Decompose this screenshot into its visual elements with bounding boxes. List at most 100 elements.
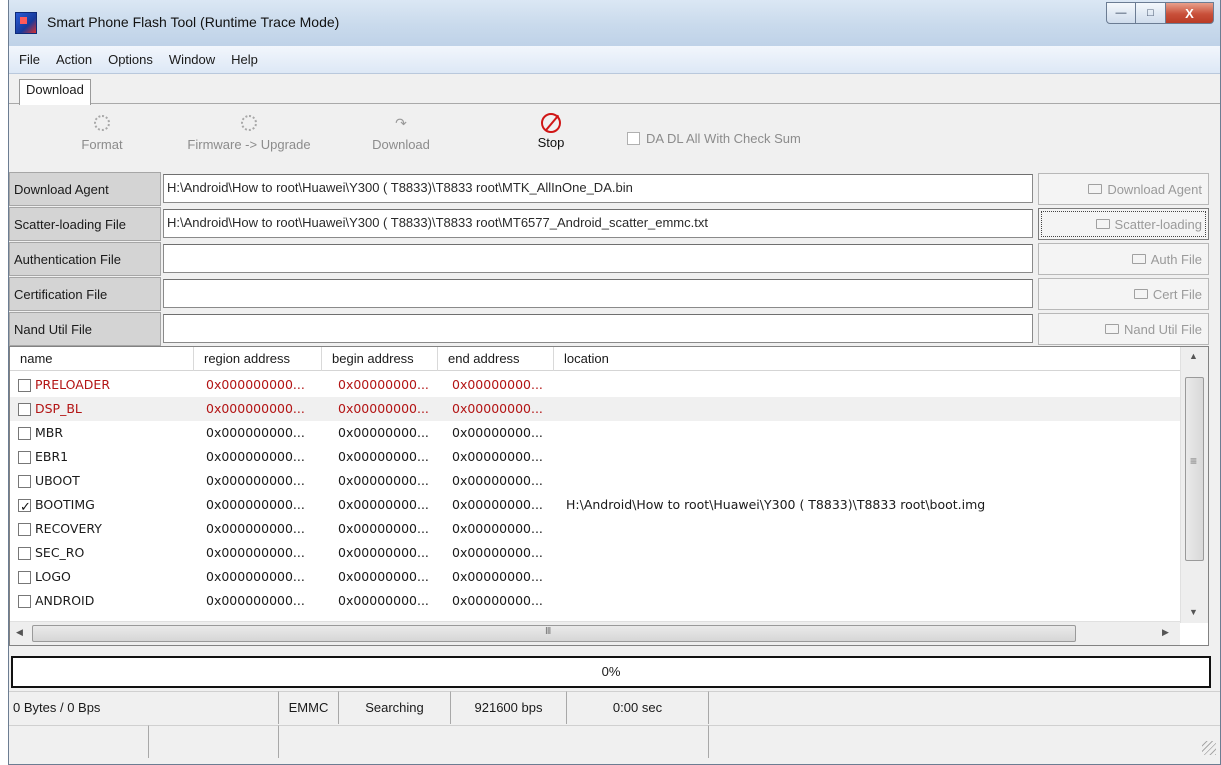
scatter-loading-button-label: Scatter-loading: [1114, 216, 1202, 232]
column-begin-address[interactable]: begin address: [322, 347, 438, 371]
partition-name: PRELOADER: [35, 377, 111, 392]
partition-name: BOOTIMG: [35, 497, 95, 512]
partition-name-cell: RECOVERY: [18, 517, 102, 541]
scatter-loading-label: Scatter-loading File: [9, 207, 161, 241]
partition-begin-cell: 0x00000000...: [338, 377, 429, 392]
partition-name-cell: DSP_BL: [18, 397, 82, 421]
table-row[interactable]: LOGO 0x000000000... 0x00000000... 0x0000000…: [10, 565, 1180, 589]
partition-checkbox[interactable]: [18, 378, 31, 392]
nand-util-field[interactable]: [163, 314, 1033, 343]
auth-file-button-label: Auth File: [1150, 251, 1202, 267]
partition-name-cell: MBR: [18, 421, 63, 445]
maximize-button[interactable]: □: [1136, 2, 1166, 24]
scroll-up-icon[interactable]: ▲: [1189, 351, 1198, 361]
column-name[interactable]: name: [10, 347, 194, 371]
download-agent-button[interactable]: Download Agent: [1038, 173, 1209, 205]
menu-options[interactable]: Options: [100, 52, 161, 67]
app-icon: [15, 12, 37, 34]
table-header: name region address begin address end ad…: [10, 347, 1180, 371]
resize-grip-icon[interactable]: [1202, 741, 1216, 755]
partition-end-cell: 0x00000000...: [452, 497, 543, 512]
table-row[interactable]: PRELOADER 0x000000000... 0x00000000... 0x00…: [10, 373, 1180, 397]
partition-name-cell: ANDROID: [18, 589, 94, 613]
partition-checkbox[interactable]: [18, 426, 31, 440]
partition-name-cell: PRELOADER: [18, 373, 110, 397]
scatter-loading-button[interactable]: Scatter-loading: [1038, 208, 1209, 240]
partition-name-cell: LOGO: [18, 565, 71, 589]
minimize-icon: —: [1115, 7, 1127, 19]
vertical-scrollbar[interactable]: ▲ ▼: [1180, 347, 1208, 623]
certification-field[interactable]: [163, 279, 1033, 308]
horizontal-scroll-thumb[interactable]: [32, 625, 1076, 642]
menu-help[interactable]: Help: [223, 52, 266, 67]
checksum-checkbox-box[interactable]: [627, 132, 640, 145]
partition-region-cell: 0x000000000...: [206, 473, 305, 488]
scatter-loading-field[interactable]: H:\Android\How to root\Huawei\Y300 ( T88…: [163, 209, 1033, 238]
column-region-address[interactable]: region address: [194, 347, 322, 371]
table-row[interactable]: ANDROID 0x000000000... 0x00000000... 0x0000…: [10, 589, 1180, 613]
partition-region-cell: 0x000000000...: [206, 569, 305, 584]
firmware-upgrade-icon: [241, 115, 257, 131]
partition-checkbox[interactable]: [18, 570, 31, 584]
partition-checkbox[interactable]: [18, 522, 31, 536]
stop-button[interactable]: Stop: [529, 113, 573, 150]
checksum-checkbox[interactable]: DA DL All With Check Sum: [627, 131, 801, 146]
partition-end-cell: 0x00000000...: [452, 377, 543, 392]
format-button[interactable]: Format: [67, 115, 137, 152]
partition-begin-cell: 0x00000000...: [338, 425, 429, 440]
partition-name: ANDROID: [35, 593, 95, 608]
auth-file-button[interactable]: Auth File: [1038, 243, 1209, 275]
partition-checkbox[interactable]: [18, 496, 31, 520]
firmware-upgrade-label: Firmware -> Upgrade: [187, 137, 311, 152]
partition-checkbox[interactable]: [18, 594, 31, 608]
vertical-scroll-thumb[interactable]: [1185, 377, 1204, 561]
cert-file-button[interactable]: Cert File: [1038, 278, 1209, 310]
download-agent-field[interactable]: H:\Android\How to root\Huawei\Y300 ( T88…: [163, 174, 1033, 203]
horizontal-scrollbar[interactable]: ◀ ▶: [10, 621, 1180, 645]
partition-region-cell: 0x000000000...: [206, 449, 305, 464]
partition-begin-cell: 0x00000000...: [338, 545, 429, 560]
minimize-button[interactable]: —: [1106, 2, 1136, 24]
status-extra: [709, 691, 1220, 724]
firmware-upgrade-button[interactable]: Firmware -> Upgrade: [175, 115, 323, 152]
menu-window[interactable]: Window: [161, 52, 223, 67]
download-label: Download: [372, 137, 430, 152]
scroll-down-icon[interactable]: ▼: [1189, 607, 1198, 617]
scroll-left-icon[interactable]: ◀: [16, 627, 23, 638]
partition-end-cell: 0x00000000...: [452, 593, 543, 608]
cert-file-button-label: Cert File: [1152, 286, 1202, 302]
download-agent-button-label: Download Agent: [1107, 181, 1202, 197]
tab-download[interactable]: Download: [19, 79, 91, 105]
partition-name: MBR: [35, 425, 64, 440]
table-row[interactable]: UBOOT 0x000000000... 0x00000000... 0x000000…: [10, 469, 1180, 493]
authentication-label: Authentication File: [9, 242, 161, 276]
title-bar[interactable]: Smart Phone Flash Tool (Runtime Trace Mo…: [9, 0, 1220, 46]
download-button[interactable]: ↷ Download: [361, 115, 441, 152]
menu-action[interactable]: Action: [48, 52, 100, 67]
menu-file[interactable]: File: [11, 52, 48, 67]
partition-name-cell: BOOTIMG: [18, 493, 95, 520]
partition-checkbox[interactable]: [18, 450, 31, 464]
column-end-address[interactable]: end address: [438, 347, 554, 371]
authentication-field[interactable]: [163, 244, 1033, 273]
close-icon: X: [1185, 5, 1194, 21]
certification-label: Certification File: [9, 277, 161, 311]
close-button[interactable]: X: [1166, 2, 1214, 24]
stop-icon: [541, 113, 561, 133]
partition-checkbox[interactable]: [18, 546, 31, 560]
folder-icon: [1088, 184, 1103, 194]
scroll-right-icon[interactable]: ▶: [1162, 627, 1169, 638]
partition-name-cell: UBOOT: [18, 469, 80, 493]
partition-region-cell: 0x000000000...: [206, 593, 305, 608]
table-row[interactable]: MBR 0x000000000... 0x00000000... 0x00000000…: [10, 421, 1180, 445]
partition-checkbox[interactable]: [18, 402, 31, 416]
table-row[interactable]: RECOVERY 0x000000000... 0x00000000... 0x000…: [10, 517, 1180, 541]
partition-end-cell: 0x00000000...: [452, 473, 543, 488]
column-location[interactable]: location: [554, 347, 1180, 371]
table-row[interactable]: BOOTIMG 0x000000000... 0x00000000... 0x0000…: [10, 493, 1180, 520]
nand-util-file-button[interactable]: Nand Util File: [1038, 313, 1209, 345]
table-row[interactable]: SEC_RO 0x000000000... 0x00000000... 0x00000…: [10, 541, 1180, 565]
partition-checkbox[interactable]: [18, 474, 31, 488]
table-row[interactable]: EBR1 0x000000000... 0x00000000... 0x0000000…: [10, 445, 1180, 469]
table-row[interactable]: DSP_BL 0x000000000... 0x00000000... 0x00000…: [10, 397, 1180, 421]
